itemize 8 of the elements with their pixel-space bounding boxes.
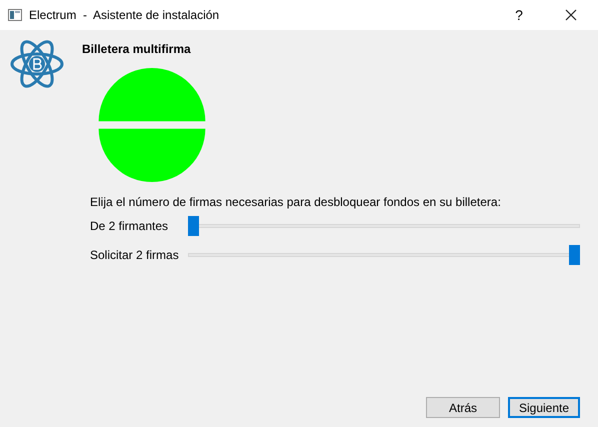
slider-label: De 2 firmantes bbox=[90, 218, 170, 235]
instruction-text: Elija el número de firmas necesarias para desbloquear fondos en su billetera: bbox=[90, 194, 502, 211]
help-button[interactable]: ? bbox=[504, 4, 534, 26]
dialog-button[interactable]: Atrás bbox=[426, 397, 500, 418]
dialog-button[interactable]: Siguiente bbox=[508, 397, 580, 418]
window-title: Electrum - Asistente de instalación bbox=[29, 7, 220, 24]
page-heading: Billetera multifirma bbox=[82, 41, 192, 58]
slider-label: Solicitar 2 firmas bbox=[90, 247, 180, 264]
